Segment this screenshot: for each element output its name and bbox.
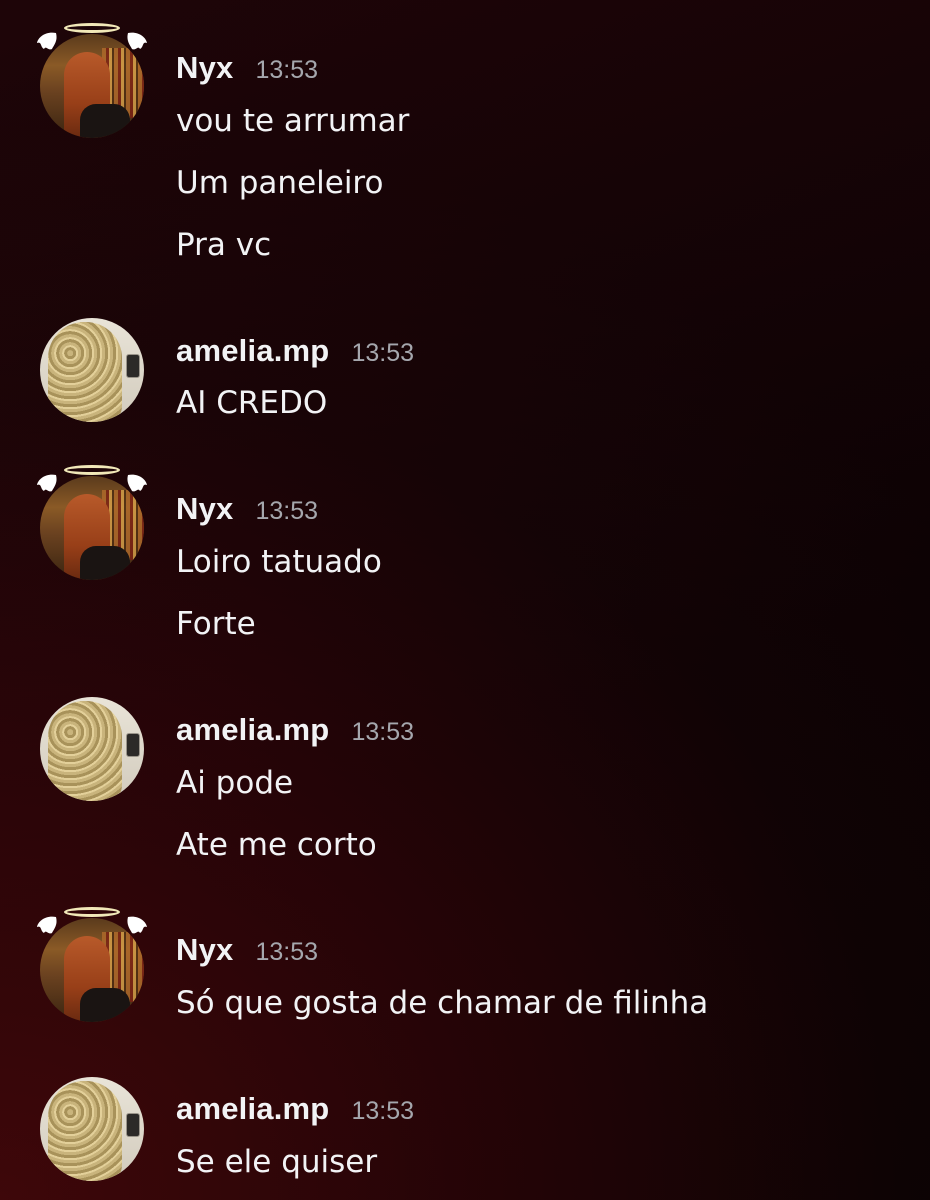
timestamp: 13:53 [255, 497, 319, 525]
message-text: Ai pode [176, 765, 294, 801]
avatar-image [40, 318, 144, 422]
avatar[interactable] [40, 697, 144, 801]
timestamp: 13:53 [351, 1097, 414, 1125]
avatar-image [40, 1077, 144, 1181]
halo-icon [64, 907, 120, 917]
wing-left-icon [34, 29, 60, 57]
wing-right-icon [124, 913, 150, 941]
username[interactable]: Nyx [176, 932, 233, 968]
avatar[interactable] [37, 23, 147, 138]
avatar[interactable] [37, 465, 147, 580]
avatar[interactable] [37, 907, 147, 1022]
wing-right-icon [124, 29, 150, 57]
wing-left-icon [34, 471, 60, 499]
message-text: vou te arrumar [176, 103, 410, 139]
username[interactable]: Nyx [176, 491, 233, 527]
avatar[interactable] [40, 318, 144, 422]
message-text: Só que gosta de chamar de filinha [176, 985, 709, 1021]
username[interactable]: amelia.mp [176, 333, 329, 369]
halo-icon [64, 465, 120, 475]
timestamp: 13:53 [255, 56, 319, 84]
wing-right-icon [124, 471, 150, 499]
wing-left-icon [34, 913, 60, 941]
halo-icon [64, 23, 120, 33]
message-text: Loiro tatuado [176, 544, 382, 580]
timestamp: 13:53 [351, 718, 414, 746]
message-text: AI CREDO [176, 385, 328, 421]
message-text: Um paneleiro [176, 165, 384, 201]
username[interactable]: amelia.mp [176, 712, 329, 748]
message-text: Pra vc [176, 227, 272, 263]
avatar[interactable] [40, 1077, 144, 1181]
message-text: Se ele quiser [176, 1144, 378, 1180]
message-text: Forte [176, 606, 256, 642]
username[interactable]: Nyx [176, 50, 233, 86]
timestamp: 13:53 [255, 938, 319, 966]
timestamp: 13:53 [351, 339, 414, 367]
username[interactable]: amelia.mp [176, 1091, 329, 1127]
avatar-image [40, 697, 144, 801]
message-text: Ate me corto [176, 827, 377, 863]
